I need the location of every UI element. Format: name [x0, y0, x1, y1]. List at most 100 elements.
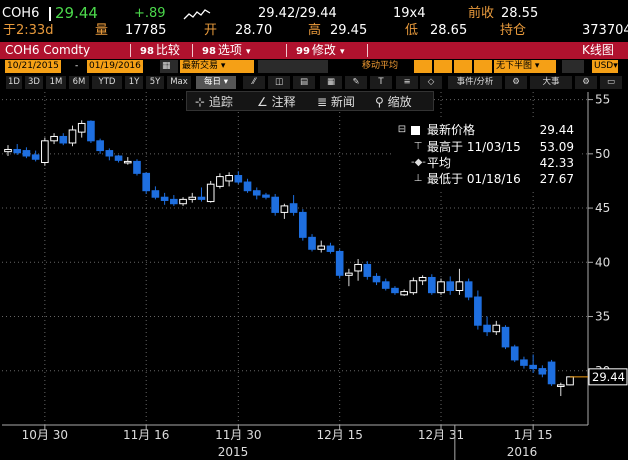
end-date-field[interactable]: 01/19/2016 [87, 60, 143, 73]
options-label: 选项 [217, 43, 242, 57]
candle-swatch-icon [411, 126, 420, 135]
title-bar: COH6 Comdty 98 比较 98 选项 ▾ 99 修改 ▾ K线图 [0, 42, 628, 59]
candle-body [271, 196, 279, 213]
settings-icon[interactable]: ⚙ [575, 76, 597, 89]
range-1d[interactable]: 1D [6, 76, 22, 89]
start-date-field[interactable]: 10/21/2015 [5, 60, 61, 73]
edit-button[interactable]: 99 修改 ▾ [296, 43, 344, 60]
ma-swatch-4[interactable] [474, 60, 492, 73]
security-name[interactable]: COH6 Comdty [5, 43, 90, 58]
average-marker-icon: -◆- [411, 157, 426, 168]
last-price: 29.44 [55, 4, 98, 22]
shape-tool-icon[interactable]: ◇ [420, 76, 442, 89]
candle-icon[interactable]: ◫ [268, 76, 290, 89]
controls-row: 10/21/2015 - 01/19/2016 ▦ 最新交易 ▾ 移动平均 无下… [0, 59, 628, 74]
candle-body [299, 211, 307, 238]
last-trade-field[interactable]: 最新交易 ▾ [180, 60, 254, 73]
text-tool-icon[interactable]: T [370, 76, 392, 89]
x-tick-label: 11月 30 [215, 428, 261, 442]
x-tick-label: 10月 30 [22, 428, 68, 442]
range-ytd[interactable]: YTD [92, 76, 122, 89]
calendar-icon[interactable]: ▦ [160, 60, 178, 73]
line-chart-icon[interactable]: ⁄⁄ [243, 76, 265, 89]
table-icon[interactable]: ▦ [320, 76, 342, 89]
volume-label: 量 [95, 23, 109, 38]
candle-body [68, 129, 77, 144]
chevron-down-icon: ▾ [339, 47, 345, 57]
bid-ask-size: 19x4 [393, 6, 426, 21]
title-separator [367, 44, 368, 57]
y-tick-label: 35 [595, 310, 610, 324]
crosshair-icon: ⊹ [195, 95, 209, 109]
zoom-tool[interactable]: ⚲ 缩放 [375, 94, 412, 110]
candle-body [31, 154, 40, 160]
export-icon[interactable]: ▭ [600, 76, 622, 89]
prev-close: 28.55 [501, 6, 539, 21]
high: 29.45 [330, 23, 368, 38]
annotate-tool[interactable]: ∠ 注释 [257, 94, 296, 110]
legend-high: ⊤ 最高于 11/03/15 53.09 [393, 140, 580, 154]
track-label: 追踪 [208, 95, 233, 109]
candle-body [455, 281, 464, 291]
candle-body [160, 196, 169, 201]
candle-body [225, 175, 233, 182]
range-1m[interactable]: 1M [46, 76, 66, 89]
x-tick-label: 11月 16 [123, 428, 169, 442]
big-events-button[interactable]: 大事 [530, 76, 572, 89]
options-button[interactable]: 98 选项 ▾ [202, 43, 250, 60]
moving-average-label[interactable]: 移动平均 [362, 60, 398, 73]
candle-body [391, 287, 399, 294]
candle-body [464, 281, 473, 298]
candle-body [446, 281, 455, 291]
range-3d[interactable]: 3D [25, 76, 43, 89]
currency-label: USD [594, 61, 614, 71]
news-tool[interactable]: ≣ 新闻 [317, 94, 355, 110]
track-tool[interactable]: ⊹ 追踪 [195, 94, 233, 110]
fib-tool-icon[interactable]: ≡ [396, 76, 418, 89]
currency-field[interactable]: USD▾ [592, 60, 618, 73]
draw-tool-icon[interactable]: ✎ [345, 76, 367, 89]
event-analysis-button[interactable]: 事件/分析 [448, 76, 502, 89]
pencil-icon: ∠ [257, 95, 272, 109]
open-interest-label: 持仓 [500, 23, 527, 38]
candle-body [188, 196, 197, 200]
low-marker-icon: ⊥ [413, 173, 423, 184]
sparkline-icon [183, 9, 211, 20]
range-1y[interactable]: 1Y [125, 76, 143, 89]
collapse-icon[interactable]: ⊟ [395, 123, 409, 137]
range-5y[interactable]: 5Y [146, 76, 164, 89]
ma-swatch-1[interactable] [414, 60, 432, 73]
candle-body [335, 250, 344, 276]
candle-body [427, 276, 436, 294]
candle-body [520, 359, 528, 366]
compare-number: 98 [140, 46, 154, 57]
range-row: 1D 3D 1M 6M YTD 1Y 5Y Max 每日 ▾ ⁄⁄ ◫ ▤ ▦ … [0, 75, 628, 90]
legend-high-value: 53.09 [539, 140, 574, 154]
candle-body [41, 140, 49, 164]
field-blank-1[interactable] [258, 60, 328, 73]
candle-body [547, 361, 556, 385]
range-6m[interactable]: 6M [69, 76, 89, 89]
range-max[interactable]: Max [167, 76, 191, 89]
ma-swatch-2[interactable] [434, 60, 452, 73]
legend-last[interactable]: ⊟ 最新价格 29.44 [393, 123, 580, 137]
candle-body [529, 364, 537, 370]
magnifier-icon: ⚲ [375, 95, 388, 109]
compare-button[interactable]: 98 比较 [140, 43, 180, 59]
candle-body [538, 368, 547, 375]
gear-icon[interactable]: ⚙ [505, 76, 527, 89]
legend-high-label: 最高于 11/03/15 [427, 140, 521, 154]
candle-body [87, 120, 95, 142]
frequency-label: 每日 [204, 77, 222, 87]
frequency-dropdown[interactable]: 每日 ▾ [196, 76, 236, 89]
price-change: +.89 [134, 6, 166, 21]
zoom-label: 缩放 [387, 95, 412, 109]
ma-swatch-3[interactable] [454, 60, 472, 73]
bar-chart-icon[interactable]: ▤ [293, 76, 315, 89]
lower-chart-field[interactable]: 无下半图 ▾ [494, 60, 556, 73]
field-blank-2[interactable] [562, 60, 584, 73]
high-marker-icon: ⊤ [413, 141, 423, 152]
candle-body [206, 183, 215, 203]
candle-body [151, 190, 160, 198]
legend-low: ⊥ 最低于 01/18/16 27.67 [393, 172, 580, 186]
